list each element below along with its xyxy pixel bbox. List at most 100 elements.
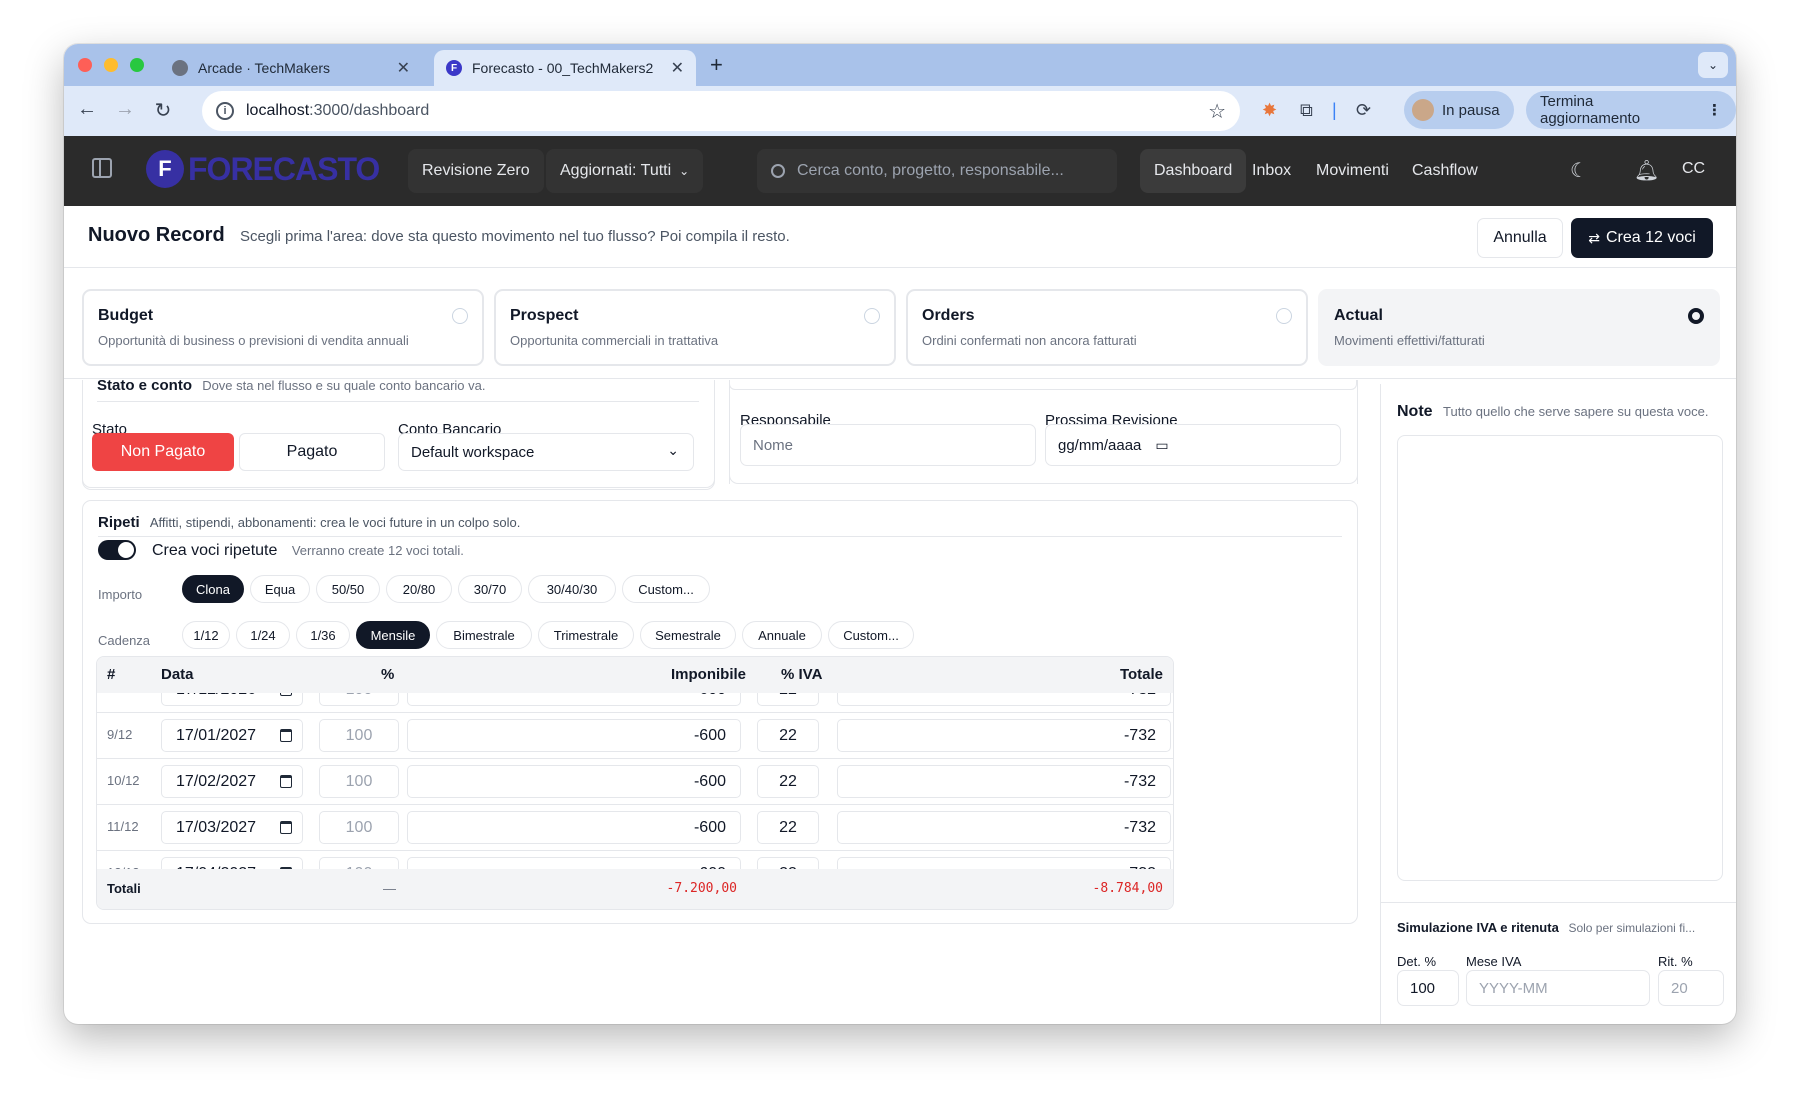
theme-moon-icon[interactable]: ☾ xyxy=(1570,158,1588,183)
importo-chip-50-50[interactable]: 50/50 xyxy=(316,575,380,603)
importo-chip-20-80[interactable]: 20/80 xyxy=(386,575,452,603)
browser-toolbar: ← → ↻ i localhost:3000/dashboard ☆ ✸ ⧉ |… xyxy=(64,86,1736,136)
maximize-window-button[interactable] xyxy=(130,58,144,72)
calendar-icon[interactable] xyxy=(280,821,292,834)
create-entries-button[interactable]: ⇄ Crea 12 voci xyxy=(1571,218,1713,258)
extensions-puzzle-icon[interactable]: ⧉ xyxy=(1300,100,1313,121)
browser-tab-arcade[interactable]: Arcade · TechMakers ✕ xyxy=(160,50,422,86)
update-button[interactable]: Termina aggiornamento ⋮ xyxy=(1526,91,1736,129)
cadenza-chip-custom[interactable]: Custom... xyxy=(828,621,914,649)
row-pct-input[interactable]: 100 xyxy=(319,765,399,798)
nav-cashflow[interactable]: Cashflow xyxy=(1398,149,1492,193)
calendar-icon[interactable] xyxy=(280,775,292,788)
cadenza-chip-trimestrale[interactable]: Trimestrale xyxy=(538,621,634,649)
importo-chip-custom[interactable]: Custom... xyxy=(622,575,710,603)
more-vertical-icon: ⋮ xyxy=(1707,102,1722,119)
importo-chip-clona[interactable]: Clona xyxy=(182,575,244,603)
row-iva-input[interactable]: 22 xyxy=(757,811,819,844)
row-totale-input[interactable]: -732 xyxy=(837,719,1171,752)
browser-tab-forecasto[interactable]: F Forecasto - 00_TechMakers2 ✕ xyxy=(434,50,696,86)
calendar-icon[interactable] xyxy=(280,729,292,742)
sidebar-toggle-icon[interactable] xyxy=(92,158,112,178)
revisione-date-input[interactable]: gg/mm/aaaa ▭ xyxy=(1045,424,1341,466)
search-placeholder: Cerca conto, progetto, responsabile... xyxy=(797,162,1064,179)
row-date-input[interactable]: 17/02/2027 xyxy=(161,765,303,798)
panel-edge xyxy=(1357,380,1358,484)
area-card-orders[interactable]: Orders Ordini confermati non ancora fatt… xyxy=(906,289,1308,366)
area-card-budget[interactable]: Budget Opportunità di business o previsi… xyxy=(82,289,484,366)
importo-chip-30-70[interactable]: 30/70 xyxy=(458,575,522,603)
row-imponibile-input[interactable]: -600 xyxy=(407,719,741,752)
user-initials[interactable]: CC xyxy=(1682,160,1705,178)
forward-arrow-icon[interactable]: → xyxy=(112,98,138,121)
rit-input[interactable]: 20 xyxy=(1658,970,1724,1006)
row-totale-input[interactable]: -732 xyxy=(837,765,1171,798)
responsabile-input[interactable]: Nome xyxy=(740,424,1036,466)
importo-chip-equa[interactable]: Equa xyxy=(250,575,310,603)
nav-movimenti[interactable]: Movimenti xyxy=(1302,149,1403,193)
app-header: F FORECASTO Revisione Zero Aggiornati: T… xyxy=(64,136,1736,206)
note-textarea[interactable] xyxy=(1397,435,1723,881)
brand-logo[interactable]: F FORECASTO xyxy=(146,150,380,188)
nav-dashboard[interactable]: Dashboard xyxy=(1140,149,1247,193)
area-radio[interactable] xyxy=(864,308,880,324)
calendar-icon[interactable]: ▭ xyxy=(1155,437,1168,454)
revision-button[interactable]: Revisione Zero xyxy=(408,149,544,193)
cancel-button[interactable]: Annulla xyxy=(1477,218,1563,258)
search-input[interactable]: Cerca conto, progetto, responsabile... xyxy=(757,149,1117,193)
revision-label: Revisione Zero xyxy=(422,162,530,179)
profile-button[interactable]: In pausa xyxy=(1404,91,1514,129)
area-radio[interactable] xyxy=(1276,308,1292,324)
row-pct-input[interactable]: 100 xyxy=(319,719,399,752)
tab-label: Forecasto - 00_TechMakers2 xyxy=(472,60,654,76)
filter-dropdown[interactable]: Aggiornati: Tutti ⌄ xyxy=(546,149,704,193)
row-totale-input[interactable]: -732 xyxy=(837,811,1171,844)
ripeti-desc: Affitti, stipendi, abbonamenti: crea le … xyxy=(149,515,521,530)
address-bar[interactable]: i localhost:3000/dashboard ☆ xyxy=(202,91,1240,131)
col-totale: Totale xyxy=(1119,666,1163,683)
cadenza-chip-semestrale[interactable]: Semestrale xyxy=(640,621,736,649)
row-iva-input[interactable]: 22 xyxy=(757,719,819,752)
new-tab-icon[interactable]: + xyxy=(710,52,723,78)
area-radio-selected[interactable] xyxy=(1688,308,1704,324)
close-tab-icon[interactable]: ✕ xyxy=(397,58,410,78)
reload-icon[interactable]: ↻ xyxy=(150,98,176,123)
sync-icon[interactable]: ⟳ xyxy=(1356,100,1371,121)
area-radio[interactable] xyxy=(452,308,468,324)
close-tab-icon[interactable]: ✕ xyxy=(671,58,684,78)
toggle-label: Crea voci ripetute xyxy=(152,542,278,559)
area-card-actual[interactable]: Actual Movimenti effettivi/fatturati xyxy=(1318,289,1720,366)
area-card-prospect[interactable]: Prospect Opportunita commerciali in trat… xyxy=(494,289,896,366)
conto-select[interactable]: Default workspace ⌄ xyxy=(398,433,694,471)
stato-non-pagato-button[interactable]: Non Pagato xyxy=(92,433,234,471)
cadenza-chip-1-12[interactable]: 1/12 xyxy=(182,621,230,649)
minimize-window-button[interactable] xyxy=(104,58,118,72)
row-date-input[interactable]: 17/03/2027 xyxy=(161,811,303,844)
close-window-button[interactable] xyxy=(78,58,92,72)
tab-search-chevron-icon[interactable]: ⌄ xyxy=(1698,52,1728,78)
cadenza-chip-bimestrale[interactable]: Bimestrale xyxy=(436,621,532,649)
row-imponibile-input[interactable]: -600 xyxy=(407,765,741,798)
row-pct-input[interactable]: 100 xyxy=(319,811,399,844)
cadenza-chip-1-36[interactable]: 1/36 xyxy=(296,621,350,649)
cadenza-chip-annuale[interactable]: Annuale xyxy=(742,621,822,649)
cadenza-chip-1-24[interactable]: 1/24 xyxy=(236,621,290,649)
cadenza-chip-mensile[interactable]: Mensile xyxy=(356,621,430,649)
bell-icon[interactable]: 🔔︎ xyxy=(1634,158,1659,183)
det-input[interactable]: 100 xyxy=(1397,970,1459,1006)
mese-iva-input[interactable]: YYYY-MM xyxy=(1466,970,1650,1006)
row-date-input[interactable]: 17/01/2027 xyxy=(161,719,303,752)
importo-chip-30-40-30[interactable]: 30/40/30 xyxy=(528,575,616,603)
site-info-icon[interactable]: i xyxy=(216,102,234,120)
extension-sparkle-icon[interactable]: ✸ xyxy=(1262,100,1277,121)
section-desc: Dove sta nel flusso e su quale conto ban… xyxy=(202,380,486,393)
tab-label: Arcade · TechMakers xyxy=(198,60,331,76)
back-arrow-icon[interactable]: ← xyxy=(74,98,100,121)
repeat-toggle[interactable] xyxy=(98,540,136,560)
row-iva-input[interactable]: 22 xyxy=(757,765,819,798)
row-imponibile-input[interactable]: -600 xyxy=(407,811,741,844)
nav-inbox[interactable]: Inbox xyxy=(1238,149,1305,193)
repeat-entries-table: 8/12 17/12/2026 100 -600 22 -732 9/12 17… xyxy=(96,656,1174,910)
stato-pagato-button[interactable]: Pagato xyxy=(239,433,385,471)
bookmark-star-icon[interactable]: ☆ xyxy=(1208,99,1226,124)
